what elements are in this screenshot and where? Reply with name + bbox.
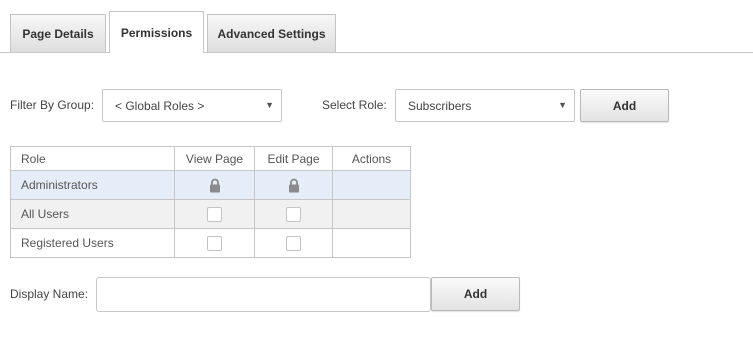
filter-by-group-label: Filter By Group: — [10, 98, 95, 112]
edit-permission-cell — [255, 229, 333, 257]
column-header-role: Role — [11, 147, 175, 170]
actions-cell — [333, 171, 410, 199]
view-permission-cell — [175, 200, 255, 228]
permissions-table: Role View Page Edit Page Actions Adminis… — [10, 146, 411, 258]
caret-down-icon: ▼ — [265, 100, 274, 110]
view-page-checkbox[interactable] — [207, 235, 222, 251]
filter-group-select[interactable]: < Global Roles > ▼ — [102, 89, 282, 122]
edit-page-checkbox[interactable] — [286, 235, 301, 251]
edit-permission-cell — [255, 171, 333, 199]
view-page-checkbox[interactable] — [207, 206, 222, 222]
add-role-button-label: Add — [612, 98, 637, 113]
lock-icon — [209, 178, 220, 192]
role-name: All Users — [11, 200, 175, 228]
tab-permissions[interactable]: Permissions — [109, 11, 204, 53]
role-select[interactable]: Subscribers ▼ — [395, 89, 575, 122]
column-header-edit-page: Edit Page — [255, 147, 333, 170]
display-name-input[interactable] — [96, 277, 431, 312]
add-user-button[interactable]: Add — [431, 277, 520, 311]
caret-down-icon: ▼ — [558, 100, 567, 110]
add-user-button-label: Add — [463, 287, 488, 301]
role-select-value: Subscribers — [408, 98, 472, 113]
role-name: Administrators — [11, 171, 175, 199]
display-name-label: Display Name: — [10, 287, 89, 301]
actions-cell — [333, 229, 410, 257]
table-row[interactable]: Administrators — [11, 170, 410, 199]
table-row[interactable]: Registered Users — [11, 228, 410, 257]
edit-permission-cell — [255, 200, 333, 228]
table-row[interactable]: All Users — [11, 199, 410, 228]
tab-page-details-label: Page Details — [22, 26, 94, 41]
table-header-row: Role View Page Edit Page Actions — [11, 147, 410, 170]
tab-permissions-label: Permissions — [120, 25, 193, 40]
filter-group-value: < Global Roles > — [115, 98, 205, 113]
edit-page-checkbox[interactable] — [286, 206, 301, 222]
tab-page-details[interactable]: Page Details — [10, 14, 106, 52]
view-permission-cell — [175, 171, 255, 199]
select-role-label: Select Role: — [322, 98, 387, 112]
column-header-actions: Actions — [351, 151, 392, 166]
tab-advanced-settings[interactable]: Advanced Settings — [207, 14, 336, 52]
view-permission-cell — [175, 229, 255, 257]
lock-icon — [288, 178, 299, 192]
role-name: Registered Users — [11, 229, 175, 257]
tab-bar: Page Details Permissions Advanced Settin… — [0, 0, 753, 53]
tab-advanced-settings-label: Advanced Settings — [217, 26, 326, 41]
actions-cell — [333, 200, 410, 228]
add-role-button[interactable]: Add — [580, 89, 669, 122]
column-header-view-page: View Page — [175, 147, 255, 170]
